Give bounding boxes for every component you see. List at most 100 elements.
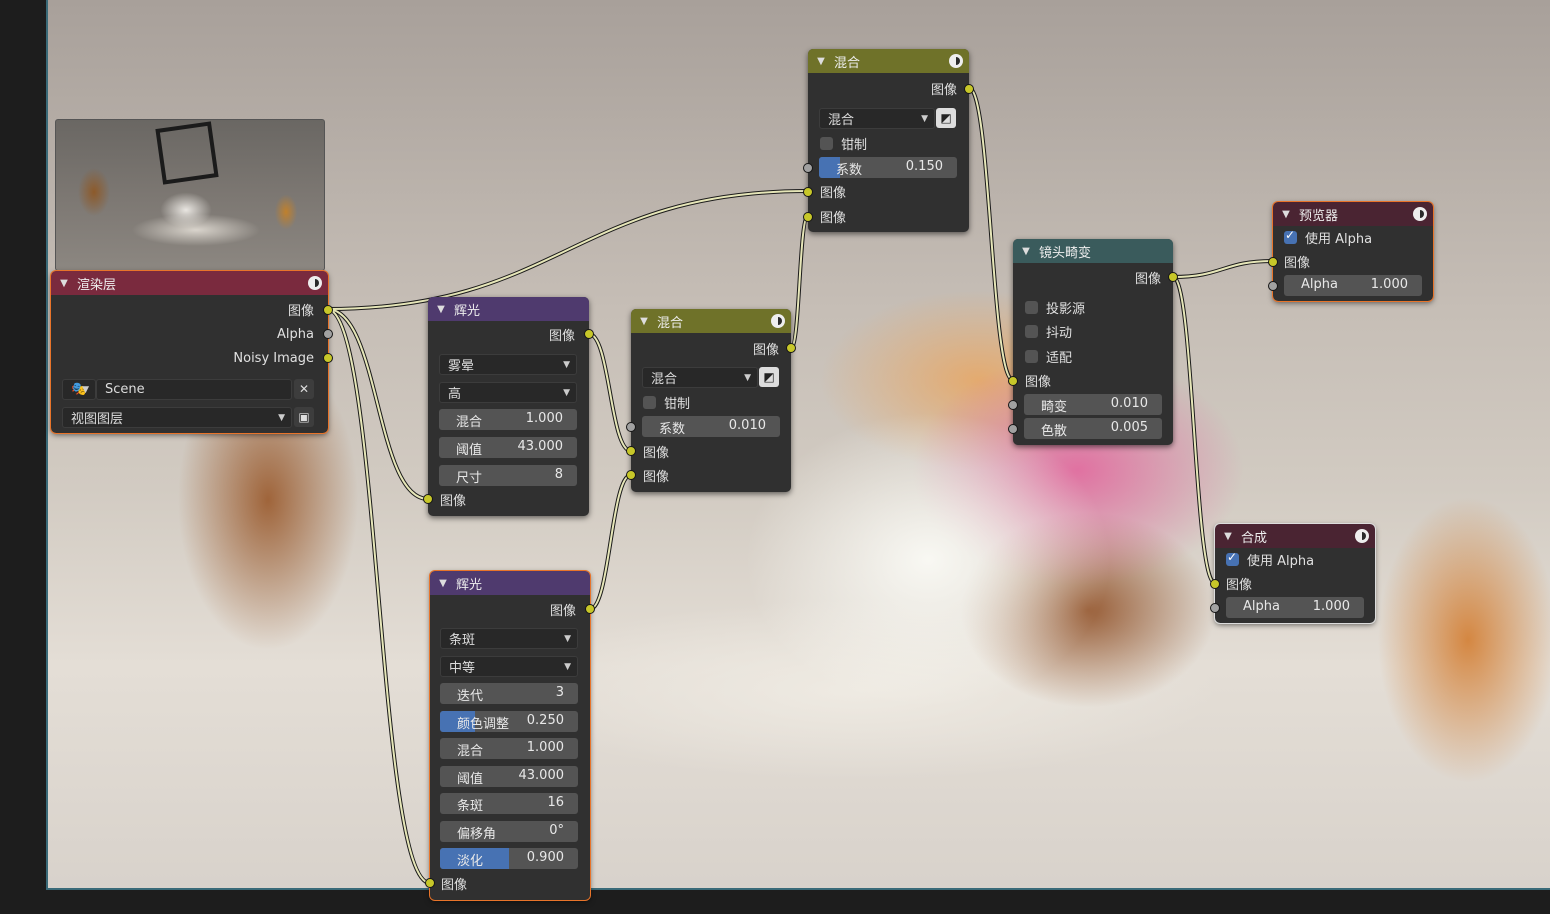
input-image-socket-1[interactable] — [626, 446, 636, 456]
alpha-field[interactable]: Alpha 1.000 — [1284, 275, 1422, 296]
scene-browse-button[interactable]: 🎭 ▼ — [62, 379, 96, 400]
color-modulation-slider[interactable]: 颜色调整 0.250 — [440, 711, 578, 732]
mix-node-2[interactable]: ▼ 混合 图像 混合 ▼ ◩ 钳制 系数 0.150 图像 图像 — [803, 49, 974, 232]
distort-field[interactable]: 畸变 0.010 — [1024, 394, 1162, 415]
clamp-checkbox[interactable]: 钳制 — [820, 133, 867, 153]
factor-field[interactable]: 系数 0.010 — [642, 416, 780, 437]
projector-checkbox[interactable]: 投影源 — [1025, 297, 1085, 317]
dispersion-label: 色散 — [1041, 424, 1068, 439]
alpha-field[interactable]: Alpha 1.000 — [1226, 597, 1364, 618]
input-image-socket-2[interactable] — [803, 212, 813, 222]
glare-node-1[interactable]: ▼ 辉光 图像 雾晕 ▼ 高 ▼ 混合 1.000 阈值 43.000 尺寸 8 图… — [423, 297, 594, 516]
input-image-socket-2[interactable] — [626, 470, 636, 480]
streaks-value: 16 — [547, 795, 564, 810]
alpha-value: 1.000 — [1370, 277, 1408, 292]
blend-type-dropdown[interactable]: 混合 ▼ — [642, 367, 758, 388]
input-image-socket[interactable] — [423, 494, 433, 504]
input-image-socket-1[interactable] — [803, 187, 813, 197]
quality-dropdown[interactable]: 高 ▼ — [439, 382, 577, 403]
threshold-label: 阈值 — [457, 772, 484, 787]
node-header[interactable]: ▼ 合成 — [1215, 524, 1375, 548]
collapse-chevron-icon[interactable]: ▼ — [1019, 246, 1033, 257]
iterations-field[interactable]: 迭代 3 — [440, 683, 578, 704]
output-image-socket[interactable] — [585, 604, 595, 614]
streaks-field[interactable]: 条斑 16 — [440, 793, 578, 814]
view-layer-dropdown[interactable]: 视图图层 ▼ — [62, 407, 292, 428]
node-header[interactable]: ▼ 辉光 — [428, 297, 589, 321]
viewer-node[interactable]: ▼ 预览器 使用 Alpha 图像 Alpha 1.000 — [1268, 201, 1434, 302]
input-alpha-socket[interactable] — [1210, 603, 1220, 613]
composite-node[interactable]: ▼ 合成 使用 Alpha 图像 Alpha 1.000 — [1210, 523, 1376, 624]
input-factor-socket[interactable] — [626, 422, 636, 432]
preview-toggle-icon[interactable] — [1355, 529, 1369, 543]
quality-dropdown[interactable]: 中等 ▼ — [440, 656, 578, 677]
factor-slider[interactable]: 系数 0.150 — [819, 157, 957, 178]
output-alpha-socket[interactable] — [323, 329, 333, 339]
angle-offset-field[interactable]: 偏移角 0° — [440, 821, 578, 842]
node-header[interactable]: ▼ 辉光 — [430, 571, 590, 595]
render-layers-node[interactable]: ▼ 渲染层 图像 Alpha Noisy Image 🎭 ▼ Scene ✕ 视图… — [50, 270, 333, 434]
collapse-chevron-icon[interactable]: ▼ — [814, 56, 828, 67]
input-image-socket[interactable] — [1210, 579, 1220, 589]
collapse-chevron-icon[interactable]: ▼ — [434, 304, 448, 315]
output-image-socket[interactable] — [786, 343, 796, 353]
collapse-chevron-icon[interactable]: ▼ — [637, 316, 651, 327]
use-alpha-icon[interactable]: ◩ — [759, 367, 779, 387]
node-header[interactable]: ▼ 镜头畸变 — [1013, 239, 1173, 263]
input-distort-socket[interactable] — [1008, 400, 1018, 410]
blend-type-dropdown[interactable]: 混合 ▼ — [819, 108, 935, 129]
node-header[interactable]: ▼ 渲染层 — [51, 271, 328, 295]
output-image-socket[interactable] — [584, 329, 594, 339]
collapse-chevron-icon[interactable]: ▼ — [436, 578, 450, 589]
threshold-field[interactable]: 阈值 43.000 — [439, 437, 577, 458]
node-header[interactable]: ▼ 混合 — [808, 49, 969, 73]
use-alpha-checkbox[interactable]: 使用 Alpha — [1226, 549, 1314, 569]
mix-field[interactable]: 混合 1.000 — [440, 738, 578, 759]
output-noisy-image-socket[interactable] — [323, 353, 333, 363]
lens-distortion-node[interactable]: ▼ 镜头畸变 图像 投影源 抖动 适配 图像 畸变 0.010 色散 0.005 — [1008, 239, 1178, 445]
use-alpha-checkbox[interactable]: 使用 Alpha — [1284, 227, 1372, 247]
jitter-checkbox[interactable]: 抖动 — [1025, 321, 1072, 341]
preview-toggle-icon[interactable] — [949, 54, 963, 68]
node-editor[interactable]: ▼ 渲染层 图像 Alpha Noisy Image 🎭 ▼ Scene ✕ 视图… — [0, 0, 1550, 914]
scene-field[interactable]: Scene — [96, 379, 292, 400]
mix-field[interactable]: 混合 1.000 — [439, 409, 577, 430]
checkbox-box — [1284, 228, 1297, 244]
dispersion-field[interactable]: 色散 0.005 — [1024, 418, 1162, 439]
output-image-socket[interactable] — [1168, 272, 1178, 282]
use-alpha-label: 使用 Alpha — [1305, 231, 1373, 247]
fade-slider[interactable]: 淡化 0.900 — [440, 848, 578, 869]
collapse-chevron-icon[interactable]: ▼ — [1279, 209, 1293, 220]
node-title: 混合 — [834, 55, 861, 71]
clear-scene-icon[interactable]: ✕ — [294, 379, 314, 399]
node-header[interactable]: ▼ 预览器 — [1273, 202, 1433, 226]
glare-type-dropdown[interactable]: 雾晕 ▼ — [439, 354, 577, 375]
input-dispersion-socket[interactable] — [1008, 424, 1018, 434]
output-image-socket[interactable] — [323, 305, 333, 315]
collapse-chevron-icon[interactable]: ▼ — [57, 278, 71, 289]
color-modulation-value: 0.250 — [526, 713, 564, 728]
threshold-field[interactable]: 阈值 43.000 — [440, 766, 578, 787]
node-title: 镜头畸变 — [1039, 245, 1092, 261]
fit-checkbox[interactable]: 适配 — [1025, 346, 1072, 366]
collapse-chevron-icon[interactable]: ▼ — [1221, 531, 1235, 542]
glare-node-2[interactable]: ▼ 辉光 图像 条斑 ▼ 中等 ▼ 迭代 3 颜色调整 0.250 混合 1.000… — [425, 570, 595, 901]
render-icon[interactable]: ▣ — [294, 407, 314, 427]
node-header[interactable]: ▼ 混合 — [631, 309, 791, 333]
preview-toggle-icon[interactable] — [771, 314, 785, 328]
dispersion-value: 0.005 — [1110, 420, 1148, 435]
mix-node-1[interactable]: ▼ 混合 图像 混合 ▼ ◩ 钳制 系数 0.010 图像 图像 — [626, 309, 796, 492]
input-alpha-socket[interactable] — [1268, 281, 1278, 291]
glare-type-dropdown[interactable]: 条斑 ▼ — [440, 628, 578, 649]
checkbox-box — [1226, 550, 1239, 566]
preview-toggle-icon[interactable] — [308, 276, 322, 290]
input-factor-socket[interactable] — [803, 163, 813, 173]
input-image-socket[interactable] — [1008, 376, 1018, 386]
size-field[interactable]: 尺寸 8 — [439, 465, 577, 486]
input-image-socket[interactable] — [1268, 257, 1278, 267]
use-alpha-icon[interactable]: ◩ — [936, 108, 956, 128]
preview-toggle-icon[interactable] — [1413, 207, 1427, 221]
output-image-socket[interactable] — [964, 84, 974, 94]
input-image-socket[interactable] — [425, 878, 435, 888]
clamp-checkbox[interactable]: 钳制 — [643, 392, 690, 412]
